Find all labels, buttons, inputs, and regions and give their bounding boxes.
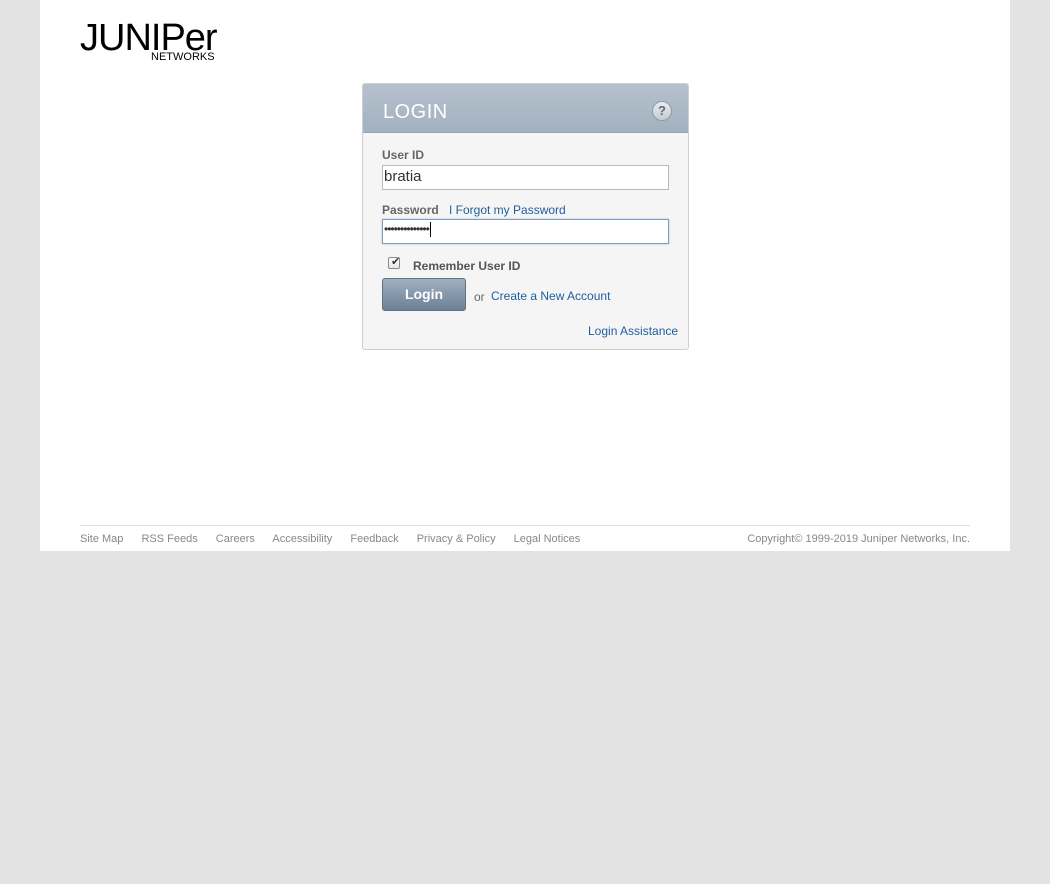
footer: Site Map RSS Feeds Careers Accessibility… bbox=[80, 525, 970, 551]
text-caret bbox=[429, 222, 431, 238]
footer-link-careers[interactable]: Careers bbox=[216, 533, 255, 545]
or-text: or bbox=[474, 290, 485, 304]
footer-link-feedback[interactable]: Feedback bbox=[350, 533, 398, 545]
login-panel: LOGIN ? User ID bratia Password I Forgot… bbox=[362, 83, 689, 350]
password-label: Password bbox=[382, 203, 439, 217]
footer-links: Site Map RSS Feeds Careers Accessibility… bbox=[80, 533, 595, 545]
footer-link-site-map[interactable]: Site Map bbox=[80, 533, 123, 545]
page-container: JUNIPer NETWORKS LOGIN ? User ID bratia … bbox=[40, 0, 1010, 551]
login-assistance-link[interactable]: Login Assistance bbox=[588, 324, 678, 338]
forgot-password-link[interactable]: I Forgot my Password bbox=[449, 203, 566, 217]
copyright-text: Copyright© 1999-2019 Juniper Networks, I… bbox=[747, 533, 970, 545]
juniper-networks-logo[interactable]: JUNIPer NETWORKS bbox=[80, 18, 230, 64]
remember-user-id-checkbox[interactable]: ✔ bbox=[388, 256, 401, 269]
logo-subtitle: NETWORKS bbox=[151, 51, 215, 63]
remember-user-id-label[interactable]: Remember User ID bbox=[413, 259, 520, 273]
login-header: LOGIN ? bbox=[363, 84, 688, 133]
user-id-value: bratia bbox=[384, 168, 422, 185]
login-title: LOGIN bbox=[383, 101, 448, 123]
checkmark-icon: ✔ bbox=[391, 256, 401, 268]
user-id-input[interactable]: bratia bbox=[382, 165, 669, 190]
footer-link-legal-notices[interactable]: Legal Notices bbox=[514, 533, 581, 545]
password-mask: •••••••••••••• bbox=[384, 222, 430, 236]
password-input[interactable]: •••••••••••••• bbox=[382, 219, 669, 244]
user-id-label: User ID bbox=[382, 148, 425, 162]
footer-link-accessibility[interactable]: Accessibility bbox=[272, 533, 332, 545]
footer-link-privacy-policy[interactable]: Privacy & Policy bbox=[417, 533, 496, 545]
help-icon[interactable]: ? bbox=[652, 101, 672, 121]
create-account-link[interactable]: Create a New Account bbox=[491, 289, 610, 303]
login-button[interactable]: Login bbox=[382, 278, 466, 311]
footer-link-rss-feeds[interactable]: RSS Feeds bbox=[141, 533, 197, 545]
